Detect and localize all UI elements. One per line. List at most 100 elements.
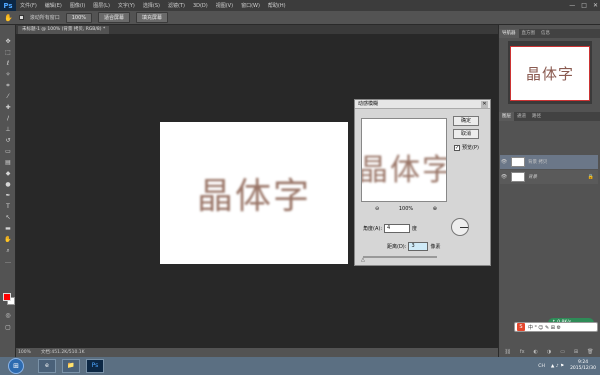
taskbar-explorer-icon[interactable]: 📁 [62, 359, 80, 373]
healing-brush-icon[interactable]: ✚ [3, 103, 13, 112]
mask-icon[interactable]: ◐ [534, 349, 538, 357]
fx-icon[interactable]: fx [520, 349, 525, 357]
tray-icons: ▲ ♪ ⚑ [550, 363, 565, 369]
status-doc-info: 文档:451.2K/510.1K [40, 350, 85, 355]
tray-date: 2015/12/30 [570, 366, 596, 371]
hand-tool-icon[interactable]: ✋ [4, 14, 13, 22]
ime-toolbar[interactable]: S 中 ⁰ ☺ ✎ ⊞ ⚙ [514, 322, 598, 332]
menu-edit[interactable]: 编辑(E) [41, 2, 66, 9]
document-tab[interactable]: 未标题-1 @ 100% (背景 拷贝, RGB/8) * [18, 26, 110, 34]
lasso-tool-icon[interactable]: ℓ [3, 59, 13, 68]
tray-clock[interactable]: 9:24 2015/12/30 [570, 360, 596, 372]
magic-wand-icon[interactable]: ✧ [3, 70, 13, 79]
brush-tool-icon[interactable]: ∕ [3, 114, 13, 123]
angle-dial[interactable] [451, 218, 469, 236]
shape-tool-icon[interactable]: ▬ [3, 224, 13, 233]
angle-label: 角度(A): [363, 226, 383, 232]
menu-type[interactable]: 文字(Y) [114, 2, 139, 9]
stamp-tool-icon[interactable]: ⊥ [3, 125, 13, 134]
distance-input[interactable]: 3 [408, 242, 429, 251]
angle-unit: 度 [412, 226, 418, 232]
cancel-button[interactable]: 取消 [453, 129, 479, 139]
tray-lang[interactable]: CH [538, 364, 545, 369]
zoom-in-icon[interactable]: ⊕ [433, 206, 437, 212]
eraser-icon[interactable]: ▭ [3, 147, 13, 156]
eyedropper-icon[interactable]: ⁄ [3, 92, 13, 101]
status-zoom[interactable]: 100% [18, 348, 31, 357]
menu-help[interactable]: 帮助(H) [264, 2, 290, 9]
layer-row[interactable]: 👁 背景 🔒 [500, 170, 598, 184]
type-tool-icon[interactable]: T [3, 202, 13, 211]
tab-paths[interactable]: 路径 [529, 112, 544, 121]
tab-layers[interactable]: 图层 [499, 112, 514, 121]
taskbar-ie-icon[interactable]: e [38, 359, 56, 373]
foreground-color-swatch[interactable] [3, 293, 11, 301]
new-layer-icon[interactable]: ⊞ [574, 349, 578, 357]
visibility-eye-icon[interactable]: 👁 [500, 159, 508, 165]
close-icon[interactable]: ✕ [593, 2, 598, 9]
preview-checkbox[interactable]: ✓ [454, 144, 460, 151]
tab-info[interactable]: 信息 [538, 29, 553, 38]
navigator-thumbnail[interactable]: 晶体字 [510, 46, 590, 101]
tab-navigator[interactable]: 导航器 [499, 29, 519, 38]
menu-bar: Ps 文件(F) 编辑(E) 图像(I) 图层(L) 文字(Y) 选择(S) 滤… [0, 0, 600, 11]
folder-icon[interactable]: ▭ [560, 349, 565, 357]
preview-checkbox-row[interactable]: ✓ 预览(P) [454, 144, 479, 151]
visibility-eye-icon[interactable]: 👁 [500, 174, 508, 180]
menu-filter[interactable]: 滤镜(T) [164, 2, 189, 9]
fit-screen-button[interactable]: 适合屏幕 [98, 12, 131, 23]
menu-window[interactable]: 窗口(W) [237, 2, 264, 9]
edit-toolbar-icon[interactable]: … [3, 257, 13, 266]
tools-panel: ✥ ⬚ ℓ ✧ ⌗ ⁄ ✚ ∕ ⊥ ↺ ▭ ▤ ◆ ● ✒ T ↖ ▬ ✋ ⌕ … [0, 25, 16, 357]
crop-tool-icon[interactable]: ⌗ [3, 81, 13, 90]
minimize-icon[interactable]: — [569, 2, 575, 9]
zoom-tool-icon[interactable]: ⌕ [3, 246, 13, 255]
zoom-out-icon[interactable]: ⊖ [375, 206, 379, 212]
fill-screen-button[interactable]: 填充屏幕 [136, 12, 169, 23]
taskbar-photoshop-icon[interactable]: Ps [86, 359, 104, 373]
sogou-ime-icon[interactable]: S [517, 323, 525, 331]
menu-file[interactable]: 文件(F) [16, 2, 41, 9]
scroll-all-checkbox[interactable] [18, 15, 24, 20]
start-button[interactable]: ⊞ [8, 358, 24, 374]
layer-name: 背景 拷贝 [528, 160, 548, 165]
path-select-icon[interactable]: ↖ [3, 213, 13, 222]
gradient-tool-icon[interactable]: ▤ [3, 158, 13, 167]
menu-image[interactable]: 图像(I) [66, 2, 89, 9]
tab-channels[interactable]: 通道 [514, 112, 529, 121]
maximize-icon[interactable]: □ [581, 2, 587, 9]
hand-tool-icon[interactable]: ✋ [3, 235, 13, 244]
trash-icon[interactable]: 🗑 [587, 349, 593, 357]
history-brush-icon[interactable]: ↺ [3, 136, 13, 145]
marquee-tool-icon[interactable]: ⬚ [3, 48, 13, 57]
move-tool-icon[interactable]: ✥ [3, 37, 13, 46]
canvas-text: 晶体字 [196, 176, 311, 217]
menu-view[interactable]: 视图(V) [212, 2, 237, 9]
document-canvas[interactable]: 晶体字 [160, 122, 348, 264]
ok-button[interactable]: 确定 [453, 116, 479, 126]
dodge-tool-icon[interactable]: ● [3, 180, 13, 189]
pen-tool-icon[interactable]: ✒ [3, 191, 13, 200]
close-icon[interactable]: ✕ [481, 101, 488, 108]
screen-mode-icon[interactable]: ▢ [3, 323, 13, 332]
navigator-thumb-text: 晶体字 [525, 65, 574, 83]
menu-layer[interactable]: 图层(L) [89, 2, 114, 9]
tab-histogram[interactable]: 直方图 [519, 29, 539, 38]
distance-slider[interactable] [363, 256, 437, 258]
link-icon[interactable]: ⛓ [504, 349, 510, 357]
menu-3d[interactable]: 3D(D) [189, 3, 212, 9]
quick-mask-icon[interactable]: ◎ [3, 311, 13, 320]
zoom-100-button[interactable]: 100% [65, 12, 93, 23]
filter-preview[interactable]: 晶体字 [361, 118, 447, 202]
photoshop-logo: Ps [0, 0, 16, 11]
angle-input[interactable]: 4 [384, 224, 411, 233]
menu-select[interactable]: 选择(S) [139, 2, 164, 9]
layers-tabs: 图层 通道 路径 [499, 112, 600, 121]
dialog-title-bar[interactable]: 动感模糊 ✕ [355, 100, 490, 109]
blur-tool-icon[interactable]: ◆ [3, 169, 13, 178]
system-tray: CH ▲ ♪ ⚑ 9:24 2015/12/30 [538, 357, 596, 375]
distance-slider-thumb[interactable]: △ [361, 257, 365, 263]
adjustment-icon[interactable]: ◑ [547, 349, 551, 357]
layer-row[interactable]: 👁 背景 拷贝 [500, 155, 598, 169]
layer-thumbnail [511, 172, 525, 182]
